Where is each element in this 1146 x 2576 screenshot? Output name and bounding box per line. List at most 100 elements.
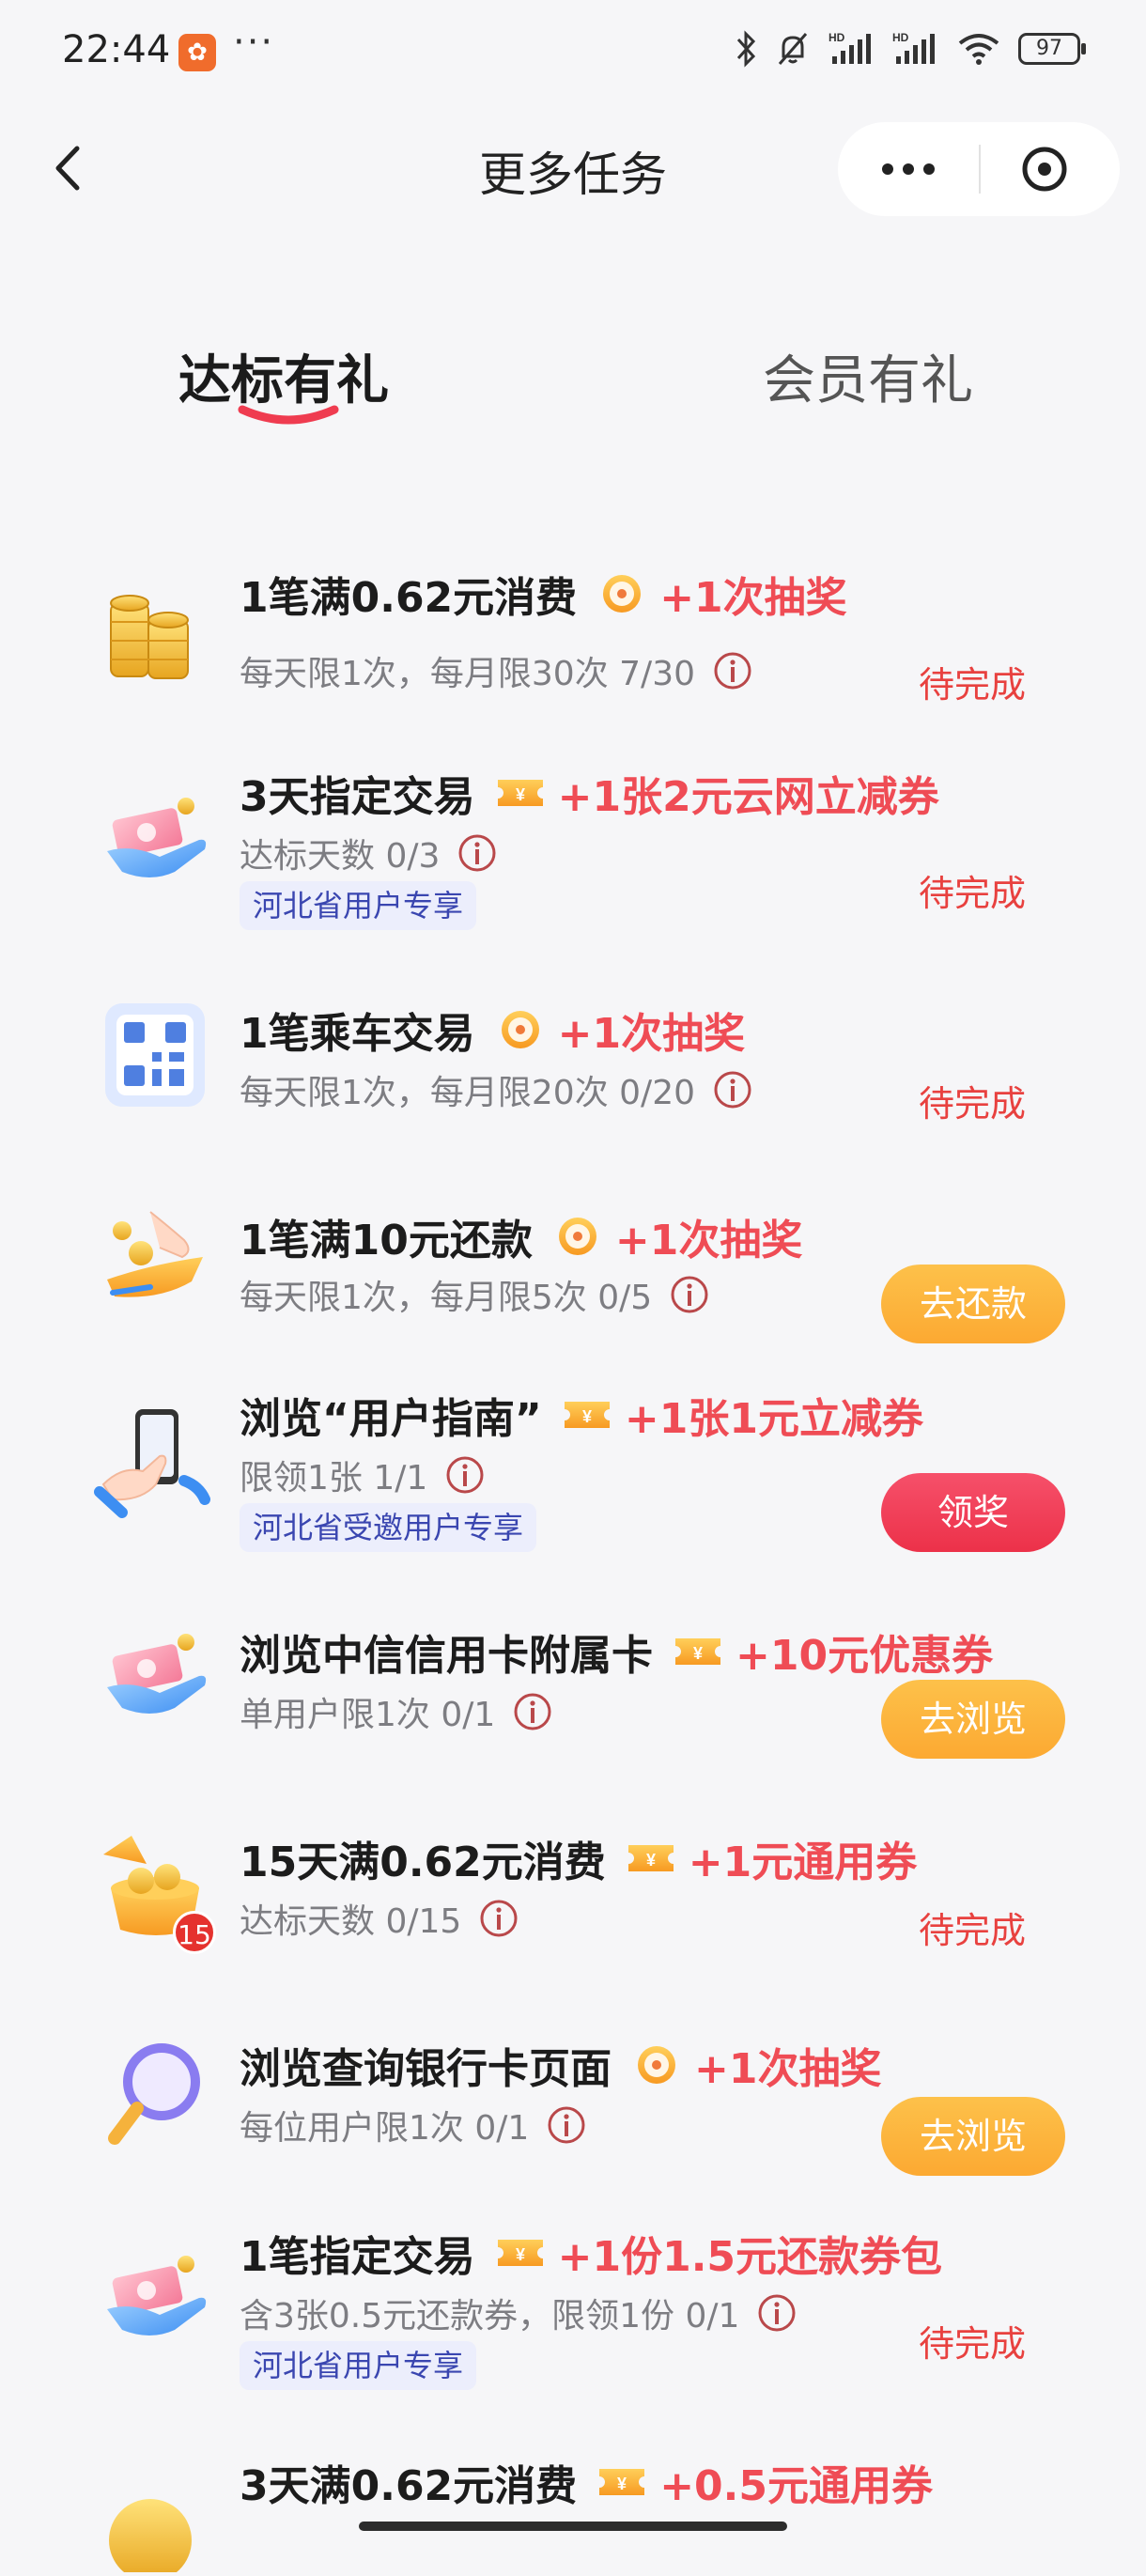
icon-count-badge: 15	[173, 1911, 216, 1954]
task-title: 15天满0.62元消费	[240, 1839, 606, 1886]
task-reward: +1份1.5元还款券包	[557, 2233, 943, 2281]
coupon-ticket-icon: ¥	[561, 1392, 613, 1437]
hand-money-icon	[94, 778, 216, 900]
task-sub-row: 限领1张 1/1	[240, 1451, 486, 1499]
region-badge: 河北省用户专享	[240, 2341, 477, 2390]
task-title-row: 3天指定交易 ¥ +1张2元云网立减券	[240, 763, 939, 823]
task-reward: +1次抽奖	[557, 1010, 746, 1058]
task-status: 待完成	[919, 664, 1027, 706]
task-limit-text: 每位用户限1次 0/1	[240, 2109, 530, 2148]
task-sub-row: 单用户限1次 0/1	[240, 1687, 553, 1736]
mini-program-capsule	[838, 122, 1120, 216]
info-icon[interactable]	[457, 832, 498, 874]
info-icon[interactable]	[756, 2292, 798, 2334]
task-title: 1笔满10元还款	[240, 1217, 533, 1265]
task-title-row: 1笔满0.62元消费 +1次抽奖	[240, 564, 847, 624]
task-action-button[interactable]: 去浏览	[881, 2097, 1065, 2176]
region-badge: 河北省受邀用户专享	[240, 1503, 537, 1552]
task-action-button[interactable]: 去浏览	[881, 1680, 1065, 1759]
task-title-row: 3天满0.62元消费 ¥ +0.5元通用券	[240, 2452, 933, 2512]
task-reward: +1次抽奖	[614, 1217, 803, 1265]
task-title-row: 浏览中信信用卡附属卡 ¥ +10元优惠券	[240, 1622, 993, 1682]
task-title: 1笔乘车交易	[240, 1010, 475, 1058]
task-reward: +1张1元立减券	[624, 1395, 923, 1443]
svg-text:¥: ¥	[646, 1851, 656, 1870]
info-icon[interactable]	[512, 1691, 553, 1732]
coin-bowl-icon: 15	[94, 1826, 216, 1954]
task-tabs: 达标有礼 会员有礼	[0, 329, 1146, 451]
status-bar: 22:44 ✿ ··· HD HD 97	[0, 0, 1146, 103]
task-action-button[interactable]: 去还款	[881, 1265, 1065, 1343]
task-title-row: 1笔满10元还款 +1次抽奖	[240, 1206, 802, 1266]
tab-active-indicator	[238, 405, 339, 425]
task-reward: +1张2元云网立减券	[557, 773, 939, 821]
svg-text:HD: HD	[892, 31, 909, 44]
task-limit-text: 达标天数 0/3	[240, 837, 441, 876]
tab-huiyuan[interactable]: 会员有礼	[763, 338, 973, 414]
task-sub-row: 达标天数 0/15	[240, 1894, 519, 1943]
more-dots-icon[interactable]	[838, 122, 979, 216]
task-reward: +10元优惠券	[736, 1632, 994, 1680]
svg-text:HD: HD	[829, 31, 845, 44]
info-icon[interactable]	[444, 1454, 486, 1496]
task-title-row: 1笔指定交易 ¥ +1份1.5元还款券包	[240, 2223, 942, 2283]
task-sub-row: 含3张0.5元还款券，限领1份 0/1	[240, 2289, 798, 2337]
task-action-button[interactable]: 领奖	[881, 1473, 1065, 1552]
task-status: 待完成	[919, 1083, 1027, 1125]
task-reward: +1次抽奖	[659, 574, 847, 622]
wifi-icon	[958, 34, 999, 65]
info-icon[interactable]	[546, 2104, 587, 2146]
task-reward: +1元通用券	[688, 1839, 918, 1886]
task-title-row: 1笔乘车交易 +1次抽奖	[240, 1000, 745, 1060]
svg-text:¥: ¥	[693, 1644, 703, 1663]
bluetooth-icon	[736, 30, 756, 68]
lottery-disc-icon	[630, 2042, 683, 2087]
task-limit-text: 限领1张 1/1	[240, 1459, 428, 1497]
signal-hd-icon: HD	[892, 31, 935, 64]
task-sub-row: 每位用户限1次 0/1	[240, 2101, 587, 2149]
svg-text:¥: ¥	[516, 2245, 525, 2264]
task-limit-text: 含3张0.5元还款券，限领1份 0/1	[240, 2297, 740, 2335]
info-icon[interactable]	[478, 1898, 519, 1939]
task-status: 待完成	[919, 873, 1027, 914]
gold-coin-icon	[94, 2450, 216, 2576]
signal-hd-icon: HD	[829, 31, 871, 64]
hand-coins-icon	[94, 1199, 216, 1321]
task-sub-row: 每天限1次，每月限30次 7/30	[240, 646, 753, 695]
task-title: 3天满0.62元消费	[240, 2462, 578, 2510]
task-title: 3天指定交易	[240, 773, 475, 821]
task-limit-text: 单用户限1次 0/1	[240, 1696, 496, 1734]
close-circle-icon[interactable]	[1016, 141, 1073, 197]
status-icons: HD HD 97	[735, 30, 1086, 68]
task-sub-row: 每天限1次，每月限5次 0/5	[240, 1270, 710, 1319]
task-reward: +1次抽奖	[694, 2045, 882, 2093]
battery-icon: 97	[1018, 33, 1086, 65]
task-limit-text: 达标天数 0/15	[240, 1902, 462, 1941]
gold-coins-icon	[94, 575, 216, 697]
task-status: 待完成	[919, 1910, 1027, 1951]
task-title-row: 浏览“用户指南” ¥ +1张1元立减券	[240, 1385, 923, 1445]
home-indicator	[359, 2522, 787, 2531]
task-title: 浏览“用户指南”	[240, 1395, 542, 1443]
task-limit-text: 每天限1次，每月限30次 7/30	[240, 655, 695, 693]
info-icon[interactable]	[712, 1069, 753, 1110]
capsule-divider	[979, 145, 981, 194]
lottery-disc-icon	[494, 1007, 547, 1052]
coupon-ticket-icon: ¥	[625, 1836, 677, 1881]
coupon-ticket-icon: ¥	[596, 2460, 648, 2505]
task-reward: +0.5元通用券	[659, 2462, 933, 2510]
task-title-row: 浏览查询银行卡页面 +1次抽奖	[240, 2035, 881, 2095]
hand-money-icon	[94, 1614, 216, 1736]
svg-text:¥: ¥	[516, 785, 525, 804]
info-icon[interactable]	[669, 1274, 710, 1315]
svg-text:¥: ¥	[617, 2475, 627, 2493]
region-badge: 河北省用户专享	[240, 881, 477, 930]
task-sub-row: 每天限1次，每月限20次 0/20	[240, 1065, 753, 1114]
hand-money-icon	[94, 2236, 216, 2358]
task-title-row: 15天满0.62元消费 ¥ +1元通用券	[240, 1828, 917, 1888]
app-notification-icon: ✿	[178, 34, 216, 71]
info-icon[interactable]	[712, 650, 753, 691]
qr-code-icon	[94, 994, 216, 1116]
coupon-ticket-icon: ¥	[494, 770, 547, 815]
lottery-disc-icon	[551, 1214, 604, 1259]
